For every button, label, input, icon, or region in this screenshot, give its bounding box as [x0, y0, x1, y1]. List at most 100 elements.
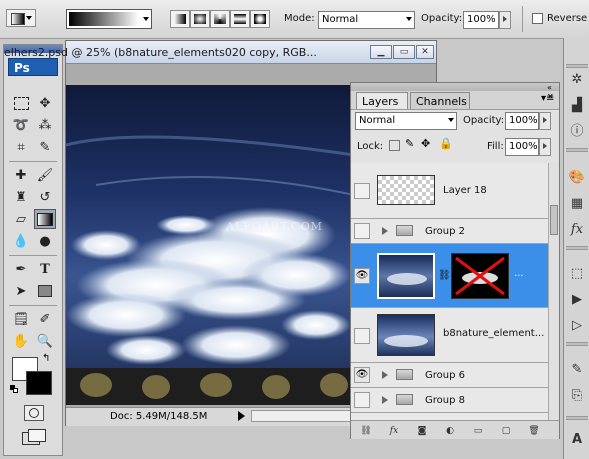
visibility-toggle[interactable]: [354, 328, 370, 344]
fill-input[interactable]: 100%: [505, 138, 539, 156]
screen-mode-icon[interactable]: [22, 429, 46, 445]
layers-scrollbar[interactable]: [548, 163, 559, 420]
reflected-gradient-button[interactable]: [230, 10, 250, 28]
layer-row[interactable]: Group 8: [351, 388, 548, 413]
new-layer-icon[interactable]: ▢: [497, 424, 515, 438]
photoshop-logo[interactable]: Ps: [8, 58, 58, 76]
layer-row-selected[interactable]: 👁 ⛓ ...: [351, 244, 548, 308]
dock-group-grip[interactable]: [566, 342, 588, 346]
scrollbar-thumb[interactable]: [550, 205, 558, 235]
gradient-picker[interactable]: [66, 9, 152, 29]
crop-tool-icon[interactable]: ⌗: [10, 137, 32, 157]
lock-transparency-icon[interactable]: [389, 140, 400, 151]
expand-group-icon[interactable]: [382, 396, 388, 404]
adjustment-layer-icon[interactable]: ◐: [441, 424, 459, 438]
swap-colors-icon[interactable]: ↰: [42, 353, 50, 364]
tool-preset-picker[interactable]: [6, 9, 36, 27]
add-mask-icon[interactable]: ◙: [413, 424, 431, 438]
link-icon[interactable]: ⛓: [438, 270, 451, 281]
eye-icon[interactable]: 👁: [354, 367, 370, 383]
brush-tool-icon[interactable]: 🖌: [34, 165, 56, 185]
lasso-tool-icon[interactable]: ➰: [10, 115, 32, 135]
new-group-icon[interactable]: ▭: [469, 424, 487, 438]
restore-button[interactable]: ▭: [393, 45, 415, 59]
tab-layers[interactable]: Layers ✕: [356, 92, 408, 125]
history-icon[interactable]: ⬚: [567, 264, 587, 284]
history-brush-tool-icon[interactable]: ↺: [34, 187, 56, 207]
layer-style-icon[interactable]: fx: [385, 424, 403, 438]
eyedropper-tool-icon[interactable]: ✐: [34, 309, 56, 329]
opacity-input[interactable]: 100%: [463, 11, 499, 29]
path-selection-tool-icon[interactable]: ➤: [10, 281, 32, 301]
link-layers-icon[interactable]: ⛓: [357, 424, 375, 438]
quick-mask-button[interactable]: [24, 405, 44, 421]
minimize-button[interactable]: ▁: [370, 45, 392, 59]
hand-tool-icon[interactable]: ✋: [10, 331, 32, 351]
character-icon[interactable]: A: [567, 430, 587, 450]
layer-row[interactable]: Layer 18: [351, 163, 548, 219]
eye-icon[interactable]: 👁: [354, 268, 370, 284]
blur-tool-icon[interactable]: 💧: [10, 231, 32, 251]
lock-pixels-icon[interactable]: ✎: [405, 137, 414, 150]
image-canvas[interactable]: ALFOART.COM: [66, 85, 354, 405]
marquee-tool-icon[interactable]: [10, 93, 32, 113]
horizontal-scrollbar[interactable]: [251, 410, 351, 422]
visibility-toggle[interactable]: [354, 392, 370, 408]
eraser-tool-icon[interactable]: ▱: [10, 209, 32, 229]
dodge-tool-icon[interactable]: ●: [34, 231, 56, 251]
dock-group-grip[interactable]: [566, 416, 588, 420]
rectangle-tool-icon[interactable]: [34, 281, 56, 301]
visibility-toggle[interactable]: [354, 183, 370, 199]
layer-opacity-input[interactable]: 100%: [505, 112, 539, 130]
layer-opacity-slider-button[interactable]: [539, 112, 551, 130]
styles-icon[interactable]: fx: [567, 220, 587, 240]
histogram-icon[interactable]: ▟: [567, 96, 587, 116]
background-color-swatch[interactable]: [26, 371, 52, 395]
expand-group-icon[interactable]: [382, 371, 388, 379]
angle-gradient-button[interactable]: [210, 10, 230, 28]
clone-source-icon[interactable]: ⎘: [567, 386, 587, 406]
status-menu-arrow-icon[interactable]: [238, 411, 245, 421]
magic-wand-tool-icon[interactable]: ⁂: [34, 115, 56, 135]
slice-tool-icon[interactable]: ✎: [34, 137, 56, 157]
default-colors-icon[interactable]: [10, 385, 18, 393]
gradient-tool-icon[interactable]: [34, 209, 56, 229]
linear-gradient-button[interactable]: [170, 10, 190, 28]
fill-slider-button[interactable]: [539, 138, 551, 156]
lock-position-icon[interactable]: ✥: [421, 137, 430, 150]
reverse-checkbox[interactable]: [532, 13, 543, 24]
navigator-icon[interactable]: ✲: [567, 70, 587, 90]
expand-group-icon[interactable]: [382, 227, 388, 235]
close-button[interactable]: ✕: [416, 45, 434, 59]
tab-channels[interactable]: Channels: [410, 92, 470, 109]
layers-panel-header[interactable]: [351, 83, 559, 91]
lock-all-icon[interactable]: 🔒: [439, 137, 453, 150]
brushes-icon[interactable]: ✎: [567, 360, 587, 380]
layer-row[interactable]: b8nature_element...: [351, 308, 548, 363]
pen-tool-icon[interactable]: ✒: [10, 259, 32, 279]
zoom-tool-icon[interactable]: 🔍: [34, 331, 56, 351]
panel-menu-icon[interactable]: ▾≡: [541, 93, 554, 104]
clone-stamp-tool-icon[interactable]: ♜: [10, 187, 32, 207]
actions-icon[interactable]: ▶: [567, 290, 587, 310]
visibility-toggle[interactable]: [354, 223, 370, 239]
document-title-bar[interactable]: elhers2.psd @ 25% (b8nature_elements020 …: [4, 41, 436, 64]
dock-group-grip[interactable]: [566, 246, 588, 250]
blend-mode-select[interactable]: Normal: [355, 112, 457, 130]
dock-group-grip[interactable]: [566, 64, 588, 68]
layer-row[interactable]: Group 2: [351, 219, 548, 244]
opacity-slider-button[interactable]: [499, 11, 511, 29]
dock-group-grip[interactable]: [566, 148, 588, 152]
play-icon[interactable]: ▷: [567, 316, 587, 336]
healing-brush-tool-icon[interactable]: ✚: [10, 165, 32, 185]
diamond-gradient-button[interactable]: [250, 10, 270, 28]
swatches-icon[interactable]: ▦: [567, 194, 587, 214]
type-tool-icon[interactable]: T: [34, 259, 56, 279]
move-tool-icon[interactable]: ✥: [34, 93, 56, 113]
mode-select[interactable]: Normal: [318, 11, 415, 29]
info-icon[interactable]: ⓘ: [567, 122, 587, 142]
trash-icon[interactable]: 🗑: [525, 424, 543, 438]
notes-tool-icon[interactable]: 🗒: [10, 309, 32, 329]
layer-row[interactable]: 👁 Group 6: [351, 363, 548, 388]
color-icon[interactable]: 🎨: [567, 168, 587, 188]
